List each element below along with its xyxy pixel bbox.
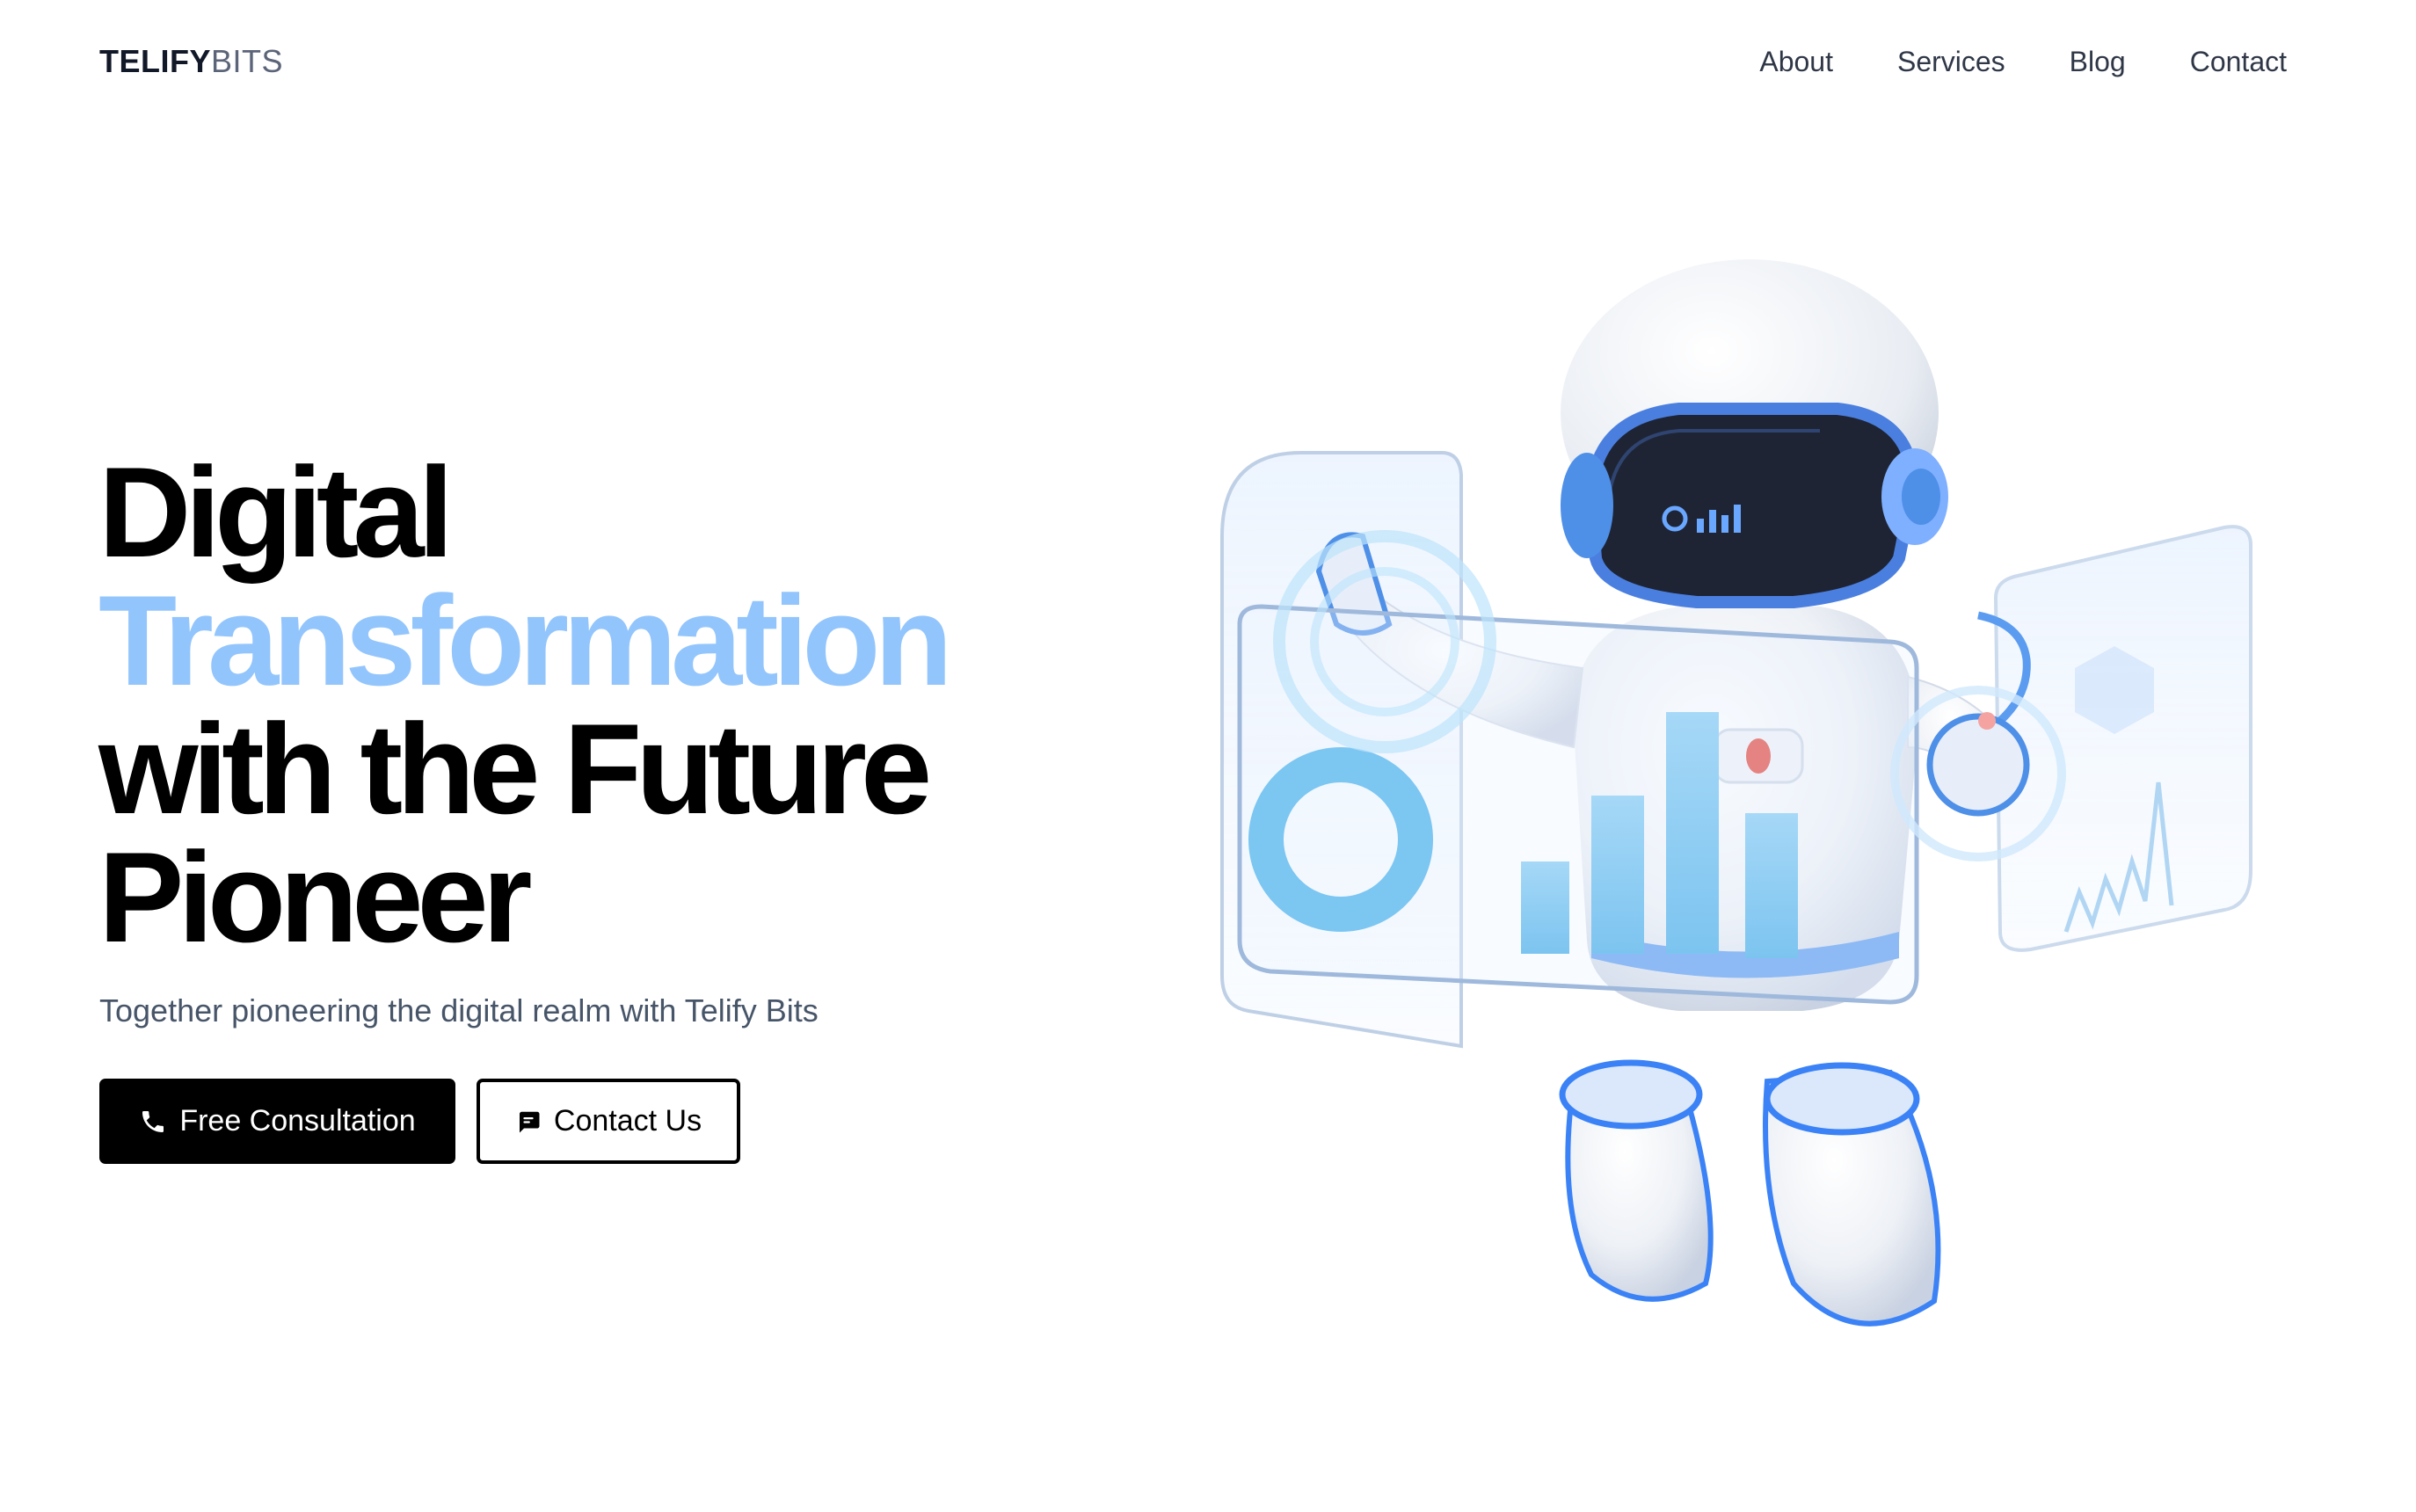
nav-link-about[interactable]: About <box>1759 44 1833 79</box>
logo-bold-text: TELIFY <box>99 43 211 79</box>
robot-illustration-svg <box>1220 259 2252 1327</box>
robot-helmet <box>1561 259 1948 608</box>
hero-title: Digital Transformation with the Future P… <box>98 440 953 969</box>
nav-link-services[interactable]: Services <box>1897 44 2005 79</box>
logo-light-text: BITS <box>211 43 284 79</box>
hero-title-line-2-accent: Transformation <box>98 569 953 712</box>
astronaut-robot-illustration <box>1187 255 2303 1371</box>
holographic-panel-front <box>1237 604 1919 1005</box>
chat-icon <box>515 1109 542 1135</box>
contact-us-button[interactable]: Contact Us <box>477 1079 740 1164</box>
nav-links: About Services Blog Contact <box>1759 44 2287 79</box>
holographic-panel-right <box>1993 525 2252 952</box>
top-navigation: TELIFYBITS About Services Blog Contact <box>0 0 2416 123</box>
hero-subtitle: Together pioneering the digital realm wi… <box>99 992 819 1029</box>
robot-legs <box>1559 1059 1941 1327</box>
logo[interactable]: TELIFYBITS <box>99 44 283 79</box>
phone-icon <box>139 1108 167 1136</box>
robot-right-hand <box>1926 712 2030 817</box>
hero-title-line-3: with the Future <box>98 697 932 840</box>
nav-link-contact[interactable]: Contact <box>2190 44 2287 79</box>
free-consultation-label: Free Consultation <box>179 1104 416 1138</box>
contact-us-label: Contact Us <box>553 1104 702 1138</box>
hero-title-line-4: Pioneer <box>98 825 533 969</box>
free-consultation-button[interactable]: Free Consultation <box>99 1079 455 1164</box>
hero-title-line-1: Digital <box>98 440 454 584</box>
nav-link-blog[interactable]: Blog <box>2070 44 2126 79</box>
